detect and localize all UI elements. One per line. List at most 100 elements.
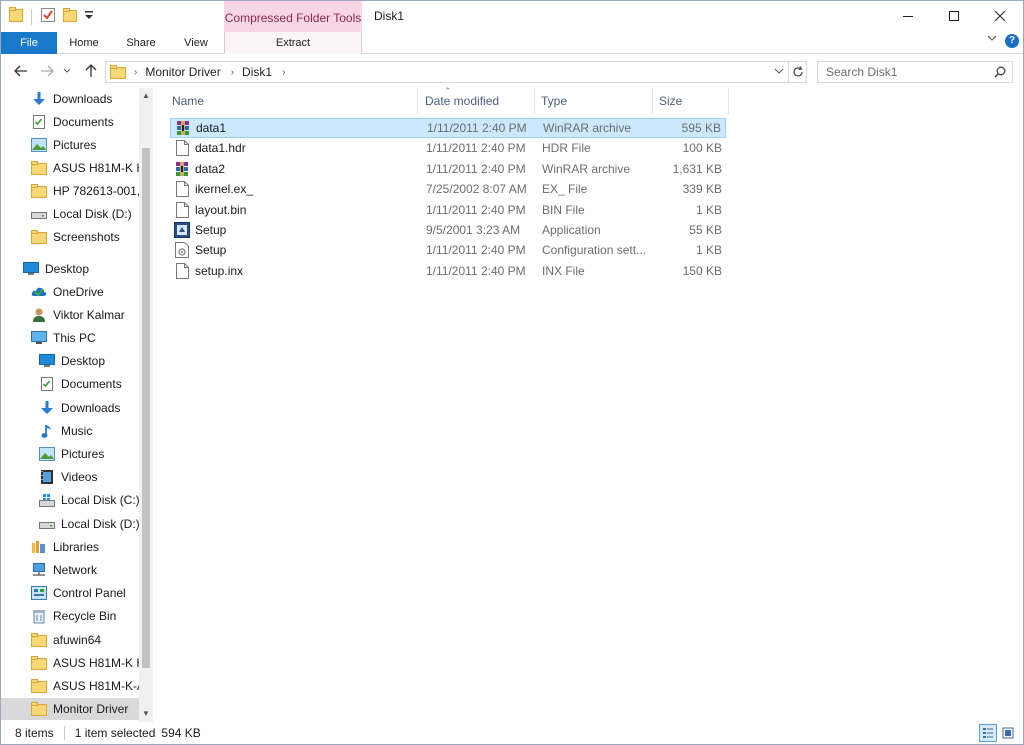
tab-view[interactable]: View (169, 32, 223, 54)
file-row[interactable]: Setup 9/5/2001 3:23 AM Application 55 KB (170, 220, 726, 240)
refresh-button[interactable] (789, 61, 807, 83)
tab-file[interactable]: File (1, 32, 57, 54)
column-header-type[interactable]: Type (535, 88, 653, 114)
sidebar-item-videos[interactable]: Videos (39, 466, 139, 488)
breadcrumb-chevron-icon[interactable]: › (282, 67, 285, 78)
breadcrumb-chevron-icon[interactable]: › (231, 67, 234, 78)
sidebar-item-label: Desktop (45, 262, 90, 276)
folder-icon (31, 160, 47, 176)
music-icon (39, 423, 55, 439)
tab-share[interactable]: Share (113, 32, 169, 54)
sidebar-item-network[interactable]: Network (31, 559, 139, 581)
sidebar-item-afuwin64[interactable]: afuwin64 (31, 629, 139, 651)
setup-app-icon (174, 222, 190, 238)
close-icon (994, 10, 1006, 22)
details-view-button[interactable] (979, 724, 997, 742)
forward-button[interactable] (37, 61, 57, 81)
scroll-down-icon[interactable]: ▼ (141, 709, 151, 719)
file-row[interactable]: data1 1/11/2011 2:40 PM WinRAR archive 595 … (170, 118, 726, 138)
tab-extract[interactable]: Extract (224, 32, 362, 54)
address-bar[interactable]: › Monitor Driver › Disk1 › (105, 61, 789, 83)
control-panel-icon (31, 585, 47, 601)
sidebar-item-documents[interactable]: Documents⚑ (31, 111, 139, 133)
close-button[interactable] (977, 1, 1023, 31)
scroll-up-icon[interactable]: ▲ (141, 91, 151, 101)
new-folder-icon[interactable] (62, 7, 78, 26)
sidebar-item-downloads[interactable]: Downloads (39, 397, 139, 419)
sidebar-item-desktop[interactable]: Desktop (23, 258, 139, 280)
sidebar-item-viktor-kalmar[interactable]: Viktor Kalmar (31, 304, 139, 326)
sidebar-item-onedrive[interactable]: OneDrive (31, 281, 139, 303)
sidebar-item-local-disk-d[interactable]: Local Disk (D:) (31, 203, 139, 225)
sidebar-item-label: Libraries (53, 540, 100, 554)
sidebar-item-pictures[interactable]: Pictures (39, 443, 139, 465)
sidebar-item-this-pc[interactable]: This PC (31, 327, 139, 349)
file-date: 1/11/2011 2:40 PM (426, 141, 526, 156)
file-row[interactable]: layout.bin 1/11/2011 2:40 PM BIN File 1 KB (170, 200, 726, 220)
breadcrumb-monitor-driver[interactable]: Monitor Driver (145, 65, 220, 79)
folder-icon (31, 632, 47, 648)
sidebar-item-control-panel[interactable]: Control Panel (31, 582, 139, 604)
chevron-down-icon (63, 68, 71, 73)
sidebar-item-downloads[interactable]: Downloads⚑ (31, 88, 139, 110)
file-date: 1/11/2011 2:40 PM (426, 202, 526, 217)
sidebar-item-music[interactable]: Music (39, 420, 139, 442)
sidebar-item-hp-782613-001[interactable]: HP 782613-001, / (31, 180, 139, 202)
winrar-icon (174, 161, 190, 177)
search-icon[interactable] (994, 66, 1006, 78)
sidebar-item-recycle-bin[interactable]: Recycle Bin (31, 605, 139, 627)
large-icons-view-icon (1002, 727, 1014, 739)
download-arrow-icon (39, 400, 55, 416)
sidebar-item-asus-h81m-k-a[interactable]: ASUS H81M-K-A (31, 675, 139, 697)
file-row[interactable]: ikernel.ex_ 7/25/2002 8:07 AM EX_ File 339 … (170, 179, 726, 199)
column-header-date-modified[interactable]: Date modified (419, 88, 535, 114)
sidebar-item-libraries[interactable]: Libraries (31, 536, 139, 558)
sidebar-item-local-disk-c[interactable]: Local Disk (C:) (39, 489, 139, 511)
file-row[interactable]: setup.inx 1/11/2011 2:40 PM INX File 150 KB (170, 261, 726, 281)
search-box[interactable] (817, 61, 1013, 83)
back-button[interactable] (11, 61, 31, 81)
file-row[interactable]: data2 1/11/2011 2:40 PM WinRAR archive 1,63… (170, 159, 726, 179)
customize-qat-icon[interactable] (84, 9, 94, 24)
recent-locations-button[interactable] (61, 61, 73, 81)
up-arrow-icon (85, 64, 97, 77)
sidebar-item-monitor-driver[interactable]: Monitor Driver (1, 698, 139, 720)
navigation-scrollbar[interactable]: ▲ ▼ (139, 88, 153, 722)
file-size: 1,631 KB (672, 161, 722, 176)
file-size: 150 KB (682, 263, 722, 278)
sidebar-item-label: This PC (53, 331, 96, 345)
minimize-button[interactable] (885, 1, 931, 31)
sidebar-item-screenshots[interactable]: Screenshots (31, 226, 139, 248)
file-row[interactable]: data1.hdr 1/11/2011 2:40 PM HDR File 100 KB (170, 138, 726, 158)
sidebar-item-documents[interactable]: Documents (39, 373, 139, 395)
file-row[interactable]: Setup 1/11/2011 2:40 PM Configuration sett… (170, 240, 726, 260)
maximize-button[interactable] (931, 1, 977, 31)
help-button[interactable]: ? (1005, 34, 1019, 48)
sidebar-item-pictures[interactable]: Pictures⚑ (31, 134, 139, 156)
search-input[interactable] (826, 65, 986, 79)
download-arrow-icon (31, 91, 47, 107)
file-type: EX_ File (542, 182, 588, 197)
up-button[interactable] (81, 61, 101, 81)
column-header-size[interactable]: Size (653, 88, 729, 114)
this-pc-icon (31, 330, 47, 346)
selection-size: 594 KB (161, 726, 201, 740)
quick-access-toolbar (9, 7, 94, 26)
sidebar-item-local-disk-d[interactable]: Local Disk (D:) (39, 513, 139, 535)
sidebar-item-asus-h81m-k-h[interactable]: ASUS H81M-K H (31, 652, 139, 674)
sidebar-item-label: Documents (61, 377, 122, 391)
expand-ribbon-button[interactable] (987, 34, 997, 42)
tab-home[interactable]: Home (57, 32, 111, 54)
sidebar-item-desktop[interactable]: Desktop (39, 350, 139, 372)
properties-icon[interactable] (40, 7, 56, 26)
chevron-down-icon (987, 35, 997, 41)
scrollbar-thumb[interactable] (142, 148, 150, 668)
large-icons-view-button[interactable] (999, 724, 1017, 742)
column-header-name[interactable]: Name (166, 88, 418, 114)
breadcrumb-disk1[interactable]: Disk1 (242, 65, 272, 79)
libraries-icon (31, 539, 47, 555)
recycle-bin-icon (31, 608, 47, 624)
sidebar-item-asus-h81m-k-h[interactable]: ASUS H81M-K H (31, 157, 139, 179)
breadcrumb-chevron-icon[interactable]: › (134, 67, 137, 78)
address-dropdown-icon[interactable] (774, 67, 784, 75)
